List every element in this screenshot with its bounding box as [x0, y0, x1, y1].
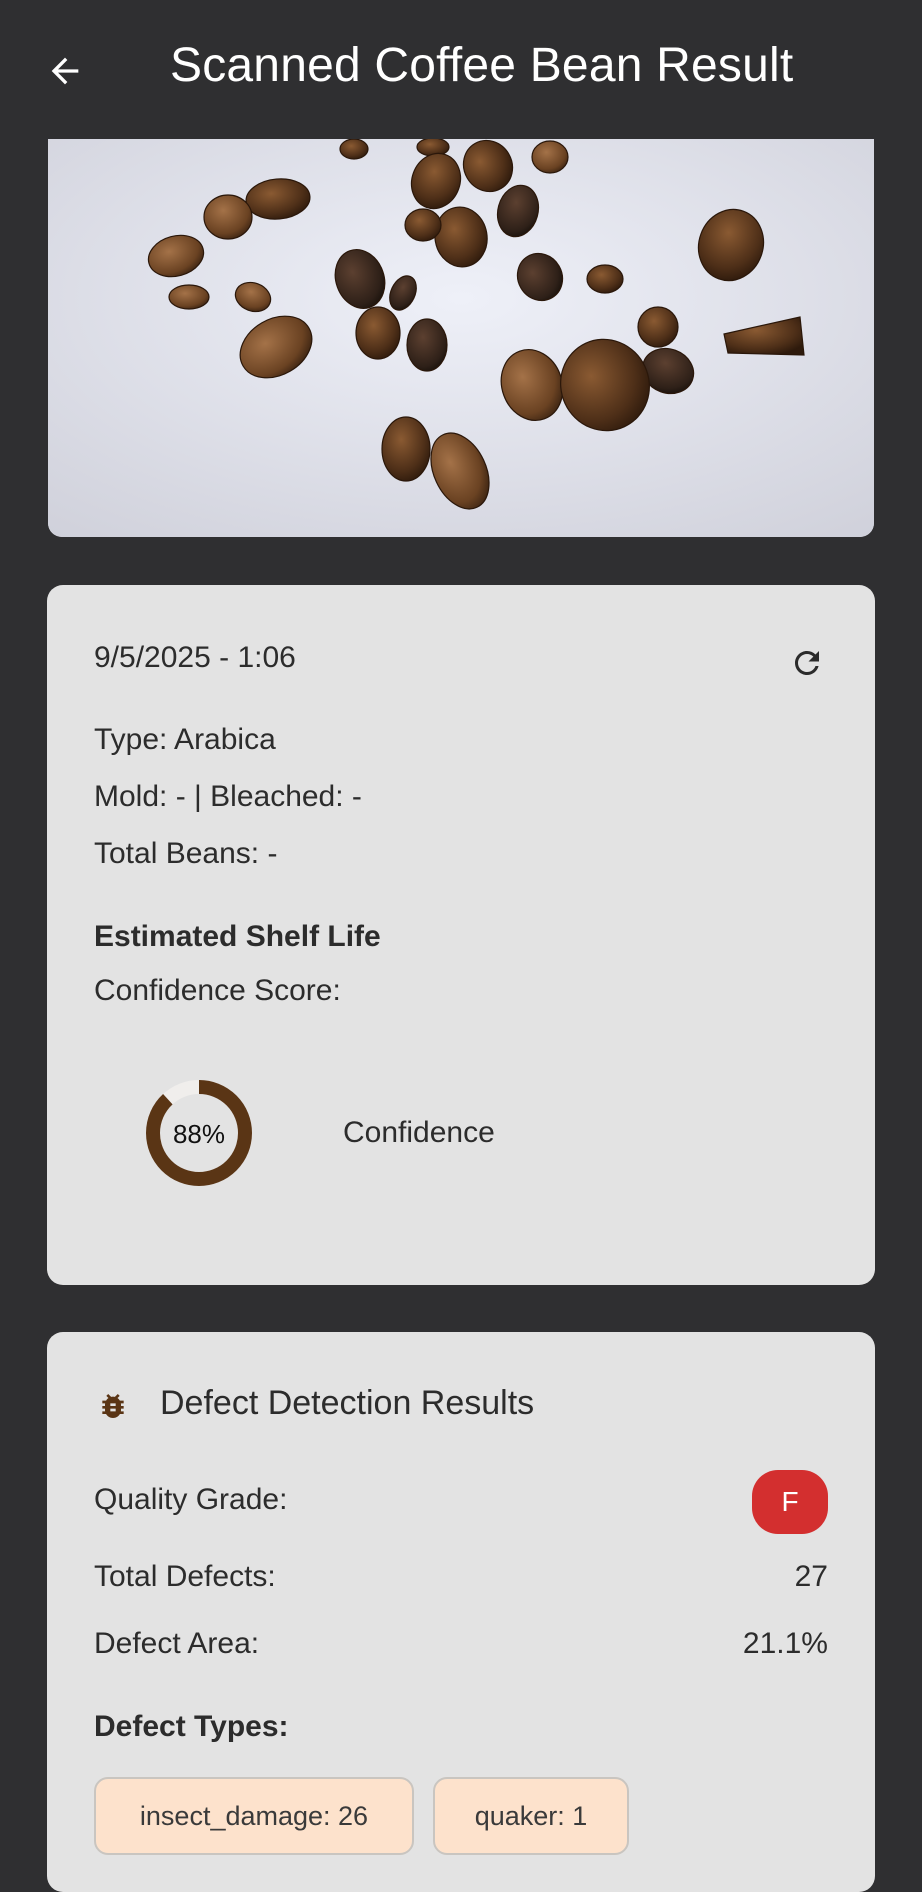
defect-chip-quaker: quaker: 1	[433, 1777, 629, 1855]
confidence-percent: 88%	[173, 1119, 225, 1149]
confidence-score-label: Confidence Score:	[94, 974, 341, 1007]
defect-types-heading: Defect Types:	[94, 1710, 289, 1743]
defect-results-card: Defect Detection Results Quality Grade: …	[47, 1332, 875, 1892]
shelf-life-heading: Estimated Shelf Life	[94, 920, 381, 953]
quality-grade-badge: F	[752, 1470, 828, 1534]
arrow-left-icon	[51, 57, 79, 85]
coffee-beans-image	[48, 139, 874, 537]
confidence-caption: Confidence	[343, 1116, 495, 1149]
total-defects-value: 27	[794, 1560, 828, 1593]
scan-datetime: 9/5/2025 - 1:06	[94, 641, 296, 674]
refresh-icon	[795, 651, 819, 675]
confidence-donut: 88%	[146, 1080, 252, 1186]
total-defects-label: Total Defects:	[94, 1560, 276, 1593]
defect-area-label: Defect Area:	[94, 1627, 260, 1660]
bug-icon	[102, 1394, 124, 1418]
quality-grade-label: Quality Grade:	[94, 1483, 288, 1516]
mold-bleached: Mold: - | Bleached: -	[94, 780, 362, 813]
defect-area-value: 21.1%	[742, 1627, 828, 1660]
total-beans: Total Beans: -	[94, 837, 278, 870]
bean-type: Type: Arabica	[94, 723, 276, 756]
back-button[interactable]	[38, 44, 92, 98]
page-title: Scanned Coffee Bean Result	[170, 39, 794, 92]
defect-chip-insect-damage: insect_damage: 26	[94, 1777, 414, 1855]
scanned-beans-photo	[48, 139, 874, 537]
refresh-button[interactable]	[787, 643, 827, 683]
app-bar: Scanned Coffee Bean Result	[0, 0, 922, 139]
scan-summary-card: 9/5/2025 - 1:06 Type: Arabica Mold: - | …	[47, 585, 875, 1285]
defects-title: Defect Detection Results	[160, 1384, 535, 1422]
